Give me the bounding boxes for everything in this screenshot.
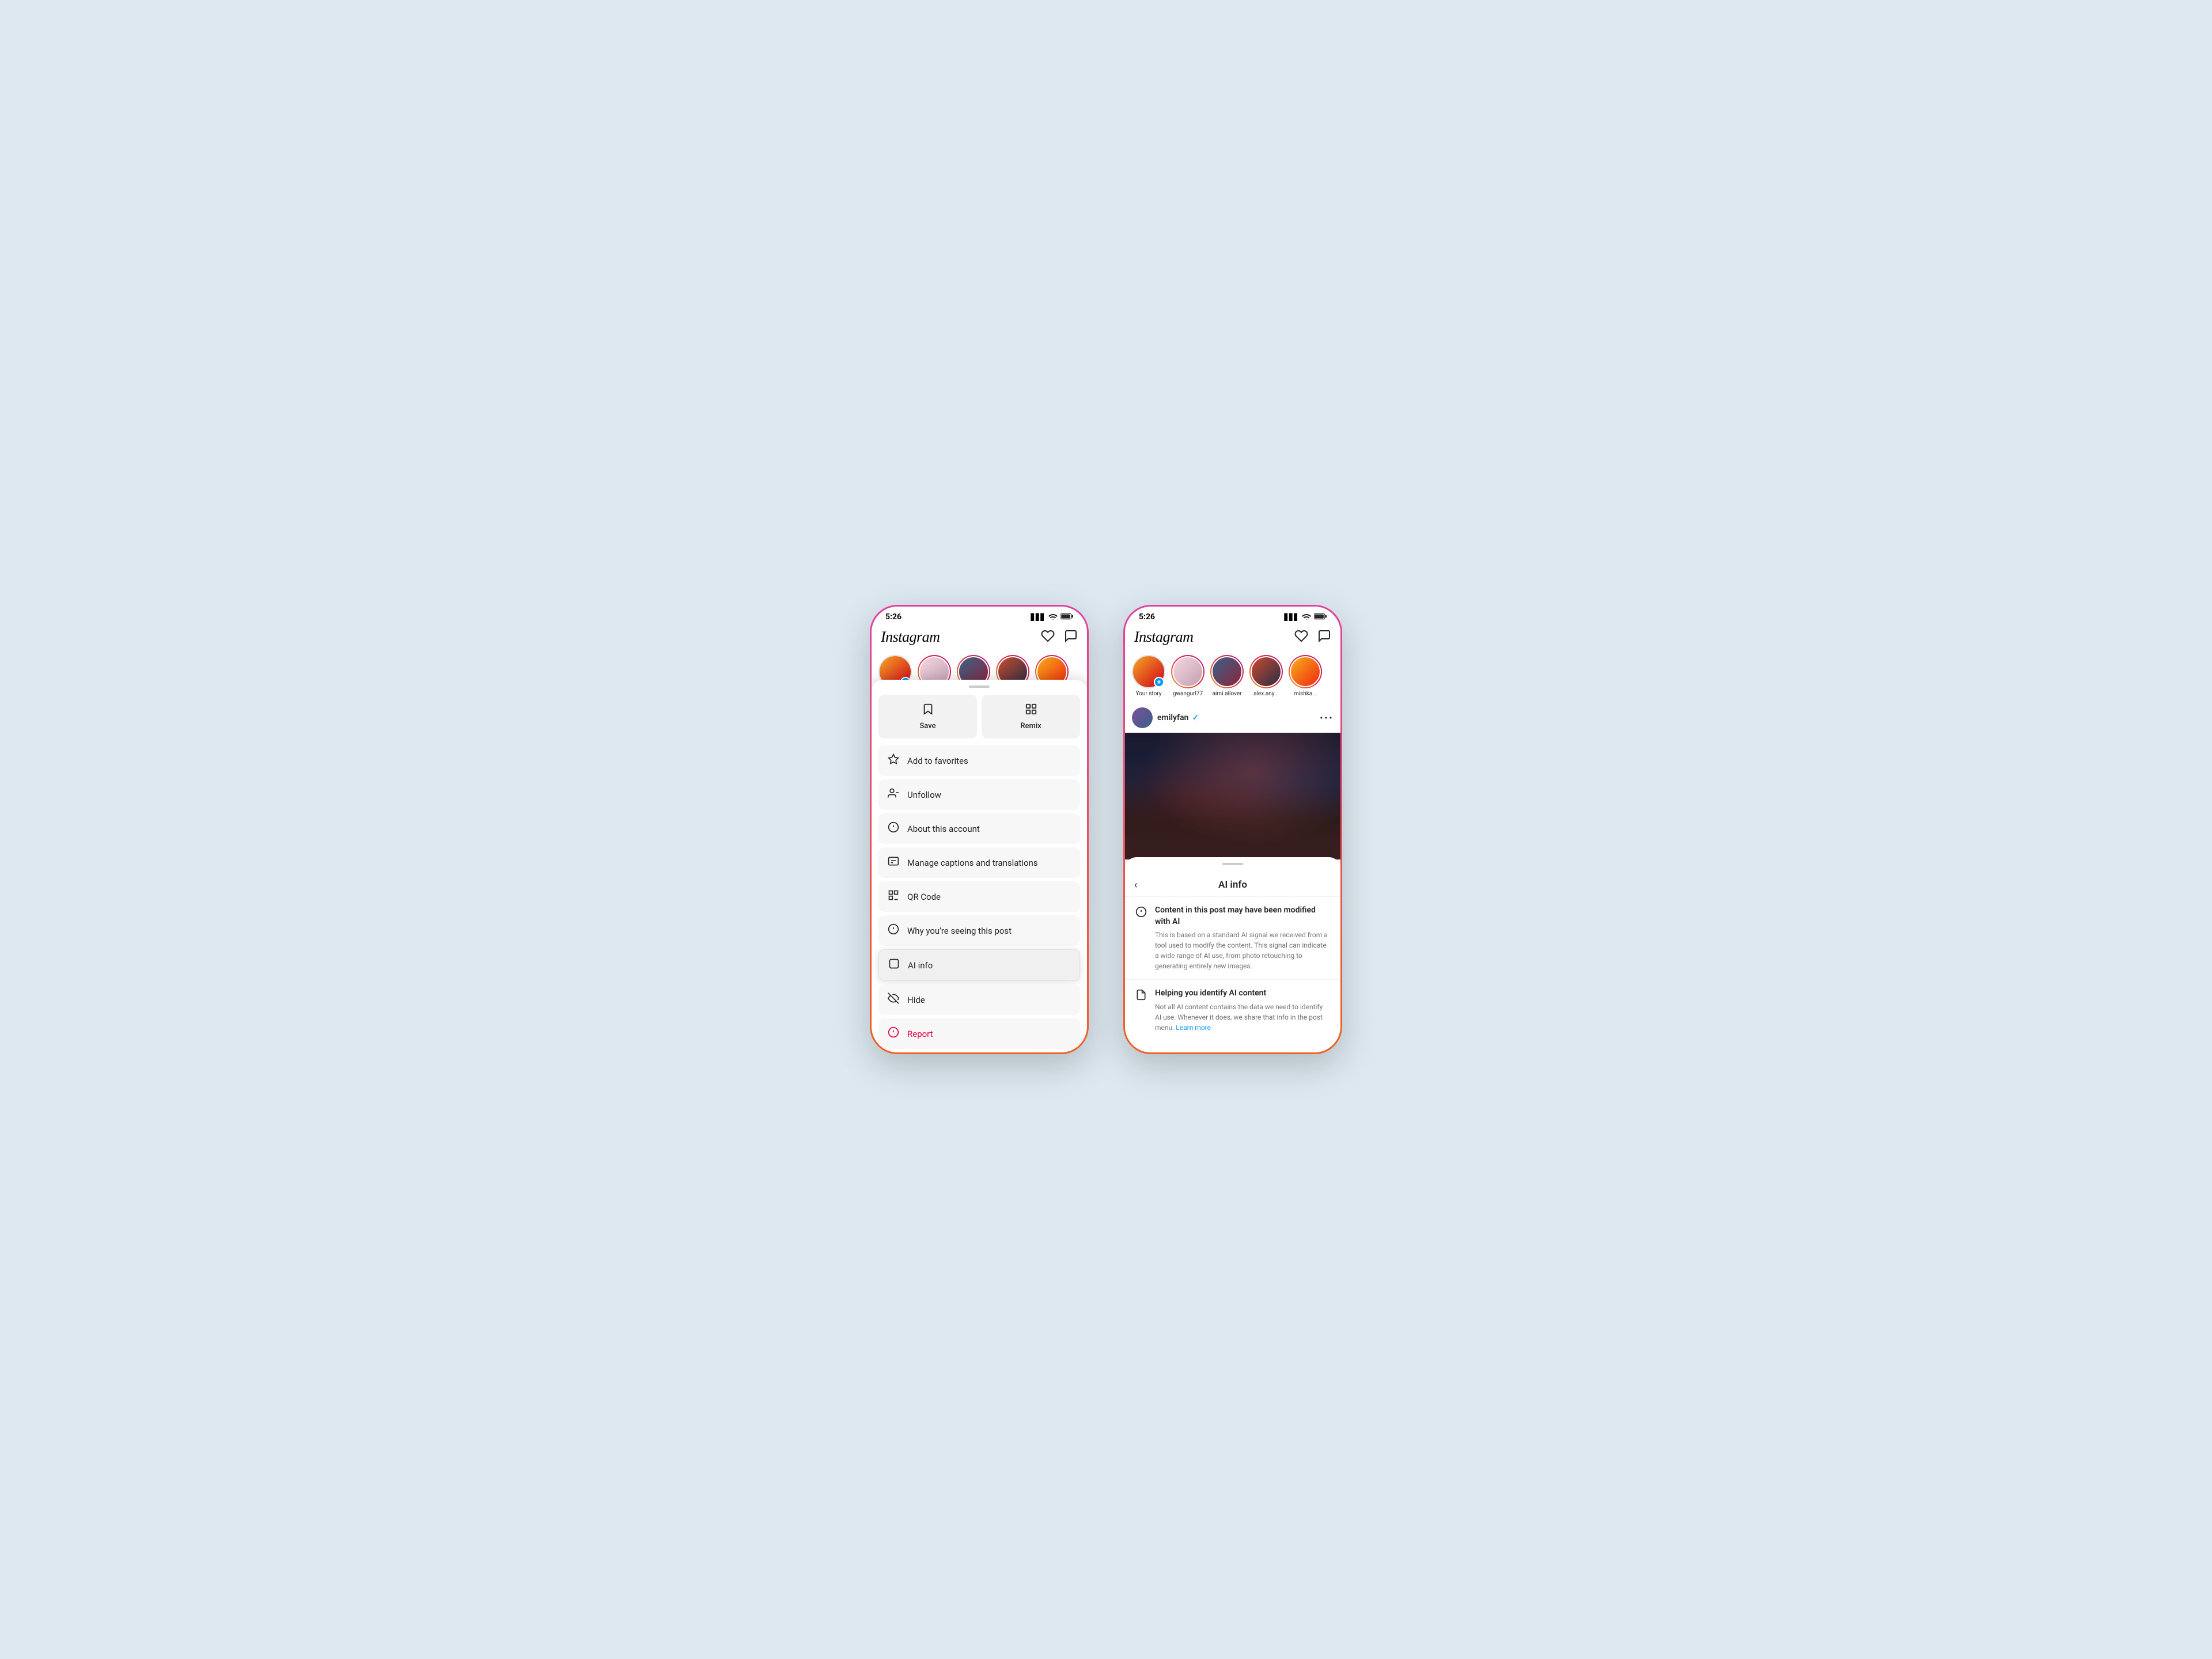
insta-header-left: Instagram (872, 625, 1087, 652)
remix-icon (1025, 703, 1037, 718)
menu-list-left: Add to favorites Unfollow About this acc… (872, 745, 1087, 1049)
story-username-2-right: aimi.allover (1212, 691, 1241, 697)
wifi-icon-right (1302, 613, 1311, 622)
qr-icon (888, 889, 899, 904)
learn-more-link[interactable]: Learn more (1176, 1024, 1211, 1032)
ai-info-identify-item: Helping you identify AI content Not all … (1125, 979, 1340, 1041)
post-avatar-right (1132, 707, 1153, 728)
ai-info-modified-title: Content in this post may have been modif… (1155, 905, 1330, 927)
story-aimi-right[interactable]: aimi.allover (1210, 655, 1244, 697)
status-bar-right: 5:26 ▋▋▋ (1125, 607, 1340, 625)
verified-badge-right: ✓ (1192, 714, 1199, 722)
remix-label: Remix (1020, 722, 1041, 730)
captions-item[interactable]: Manage captions and translations (878, 847, 1080, 878)
ai-info-label-left: AI info (908, 960, 933, 971)
about-account-item[interactable]: About this account (878, 813, 1080, 844)
qr-code-item[interactable]: QR Code (878, 881, 1080, 912)
hide-icon (888, 993, 899, 1007)
post-more-right[interactable]: ··· (1320, 711, 1334, 725)
ai-info-identify-icon (1135, 989, 1147, 1033)
status-bar-left: 5:26 ▋▋▋ (872, 607, 1087, 625)
save-icon (922, 703, 934, 718)
hide-item[interactable]: Hide (878, 984, 1080, 1015)
post-user-right: emilyfan ✓ (1132, 707, 1199, 728)
ai-info-modified-item: Content in this post may have been modif… (1125, 896, 1340, 979)
star-icon (888, 753, 899, 768)
qr-code-label: QR Code (907, 892, 941, 902)
ai-sheet-back-button[interactable]: ‹ (1134, 879, 1137, 891)
report-icon (888, 1027, 899, 1041)
header-icons-left (1041, 629, 1078, 645)
add-favorites-item[interactable]: Add to favorites (878, 745, 1080, 776)
action-row-left: Save Remix (872, 695, 1087, 745)
why-seeing-label: Why you're seeing this post (907, 926, 1012, 936)
story-username-3-right: alex.any... (1253, 691, 1279, 697)
phone-right: 5:26 ▋▋▋ Instagram (1123, 605, 1342, 1054)
your-story-label-right: Your story (1135, 691, 1161, 697)
heart-icon[interactable] (1041, 629, 1055, 645)
ai-info-sheet: ‹ AI info Content in this post may have … (1125, 857, 1340, 1052)
sheet-handle-left (969, 685, 990, 688)
ai-info-identify-title: Helping you identify AI content (1155, 988, 1330, 999)
battery-icon-right (1314, 613, 1327, 622)
ai-info-item[interactable]: AI info (878, 949, 1080, 981)
post-header-right: emilyfan ✓ ··· (1125, 703, 1340, 733)
ai-info-modified-desc: This is based on a standard AI signal we… (1155, 930, 1330, 971)
messenger-icon-right[interactable] (1317, 629, 1331, 645)
unfollow-icon (888, 787, 899, 802)
post-image-right (1125, 733, 1340, 859)
status-time-left: 5:26 (885, 612, 902, 622)
ai-info-modified-content: Content in this post may have been modif… (1155, 905, 1330, 971)
status-icons-right: ▋▋▋ (1285, 613, 1327, 622)
hide-label: Hide (907, 995, 925, 1005)
captions-label: Manage captions and translations (907, 858, 1038, 868)
phone-left: 5:26 ▋▋▋ Instagram (870, 605, 1089, 1054)
about-account-label: About this account (907, 824, 980, 834)
messenger-icon[interactable] (1064, 629, 1078, 645)
insta-header-right: Instagram (1125, 625, 1340, 652)
wifi-icon (1048, 613, 1058, 622)
why-icon (888, 923, 899, 938)
story-gwangurl77-right[interactable]: gwangurl77 (1171, 655, 1205, 697)
bottom-sheet-left: Save Remix Add to favorites (872, 680, 1087, 1052)
header-icons-right (1294, 629, 1331, 645)
signal-icon: ▋▋▋ (1031, 613, 1046, 621)
about-icon (888, 821, 899, 836)
post-image-overlay-right (1125, 733, 1340, 859)
story-username-4-right: mishka... (1294, 691, 1317, 697)
remix-button[interactable]: Remix (982, 695, 1080, 738)
add-favorites-label: Add to favorites (907, 756, 968, 766)
battery-icon (1060, 613, 1073, 622)
ai-sheet-title: AI info (1218, 879, 1247, 891)
save-label: Save (919, 722, 935, 730)
signal-icon-right: ▋▋▋ (1285, 613, 1299, 621)
story-mishka-right[interactable]: mishka... (1289, 655, 1322, 697)
unfollow-item[interactable]: Unfollow (878, 779, 1080, 810)
story-username-1-right: gwangurl77 (1173, 691, 1203, 697)
report-item[interactable]: Report (878, 1018, 1080, 1049)
your-story-right[interactable]: + Your story (1132, 655, 1165, 697)
instagram-logo-right: Instagram (1134, 628, 1193, 646)
ai-info-modified-icon (1135, 906, 1147, 971)
post-username-right: emilyfan ✓ (1157, 713, 1199, 722)
stories-row-right: + Your story gwangurl77 aimi.allover (1125, 652, 1340, 703)
report-label: Report (907, 1029, 933, 1039)
add-story-badge-right: + (1154, 677, 1164, 687)
status-icons-left: ▋▋▋ (1031, 613, 1073, 622)
unfollow-label: Unfollow (907, 790, 941, 800)
ai-sheet-handle (1222, 863, 1243, 865)
instagram-logo-left: Instagram (881, 628, 940, 646)
status-time-right: 5:26 (1139, 612, 1155, 622)
save-button[interactable]: Save (878, 695, 977, 738)
heart-icon-right[interactable] (1294, 629, 1308, 645)
ai-info-identify-content: Helping you identify AI content Not all … (1155, 988, 1330, 1033)
ai-info-icon-left (888, 958, 900, 972)
story-alex-right[interactable]: alex.any... (1249, 655, 1283, 697)
scene: 5:26 ▋▋▋ Instagram (835, 570, 1377, 1089)
ai-sheet-header: ‹ AI info (1125, 872, 1340, 896)
ai-info-identify-desc: Not all AI content contains the data we … (1155, 1002, 1330, 1033)
captions-icon (888, 855, 899, 870)
why-seeing-item[interactable]: Why you're seeing this post (878, 915, 1080, 946)
